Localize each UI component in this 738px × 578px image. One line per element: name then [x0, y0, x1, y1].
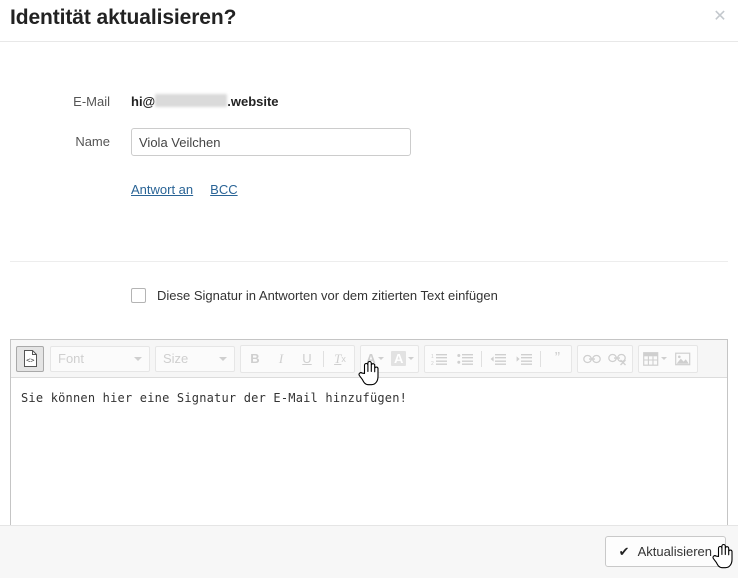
- extra-fields-row: Antwort an BCC: [0, 182, 738, 210]
- text-color-icon[interactable]: A: [362, 347, 388, 371]
- toolbar-group-formatting: B I U Tx: [240, 344, 355, 373]
- outdent-icon[interactable]: [485, 347, 511, 371]
- email-suffix: .website: [227, 94, 279, 109]
- signature-editor-content[interactable]: Sie können hier eine Signatur der E-Mail…: [11, 378, 727, 534]
- email-prefix: hi@: [131, 94, 156, 109]
- svg-text:2: 2: [431, 361, 434, 366]
- remove-format-icon[interactable]: Tx: [327, 347, 353, 371]
- name-input-wrap: [131, 128, 411, 156]
- chevron-down-icon: [661, 357, 668, 360]
- signature-before-quote-checkbox[interactable]: [131, 288, 146, 303]
- update-identity-dialog: Identität aktualisieren? ✕ E-Mail hi@ .we…: [0, 0, 738, 578]
- unlink-icon[interactable]: [605, 347, 631, 371]
- text-color-glyph: A: [366, 351, 376, 366]
- signature-before-quote-row: Diese Signatur in Antworten vor dem ziti…: [131, 288, 498, 303]
- italic-icon[interactable]: I: [268, 347, 294, 371]
- background-color-icon[interactable]: A: [388, 347, 417, 371]
- toolbar-group-links: [577, 344, 634, 373]
- remove-format-subscript: x: [341, 353, 346, 364]
- image-icon[interactable]: [670, 347, 696, 371]
- remove-format-glyph: T: [334, 350, 342, 366]
- underline-icon[interactable]: U: [294, 347, 320, 371]
- email-value-group: hi@ .website: [131, 88, 279, 116]
- svg-text:1: 1: [431, 354, 434, 360]
- close-icon[interactable]: ✕: [711, 8, 729, 26]
- dialog-footer: ✔ Aktualisieren: [0, 525, 738, 578]
- font-family-select[interactable]: Font: [50, 345, 150, 372]
- toolbar-separator: [323, 350, 324, 367]
- email-label: E-Mail: [73, 94, 110, 109]
- email-redacted-domain: [155, 94, 228, 107]
- reply-to-link[interactable]: Antwort an: [131, 182, 193, 197]
- toolbar-group-colors: A A: [360, 344, 420, 373]
- dialog-title: Identität aktualisieren?: [10, 6, 237, 29]
- font-family-value: Font: [58, 351, 85, 366]
- email-row: E-Mail hi@ .website: [0, 88, 738, 116]
- update-button[interactable]: ✔ Aktualisieren: [604, 536, 726, 567]
- toolbar-group-insert: [638, 344, 699, 373]
- toolbar-separator: [481, 350, 483, 367]
- indent-icon[interactable]: [511, 347, 537, 371]
- checkmark-icon: ✔: [618, 544, 630, 559]
- bold-icon[interactable]: B: [242, 347, 268, 371]
- svg-text:<>: <>: [26, 356, 34, 364]
- font-size-select[interactable]: Size: [155, 345, 235, 372]
- email-value: hi@ .website: [131, 88, 279, 116]
- dialog-header: Identität aktualisieren? ✕: [0, 0, 738, 42]
- chevron-down-icon: [408, 357, 415, 360]
- update-button-label: Aktualisieren: [637, 544, 712, 559]
- extra-field-links: Antwort an BCC: [131, 182, 255, 197]
- signature-editor: <> Font Size B I U T x A A 1 2 ” Sie kön…: [10, 339, 728, 535]
- section-divider: [10, 261, 728, 262]
- name-input[interactable]: [131, 128, 411, 156]
- numbered-list-icon[interactable]: 1 2: [426, 347, 452, 371]
- link-icon[interactable]: [579, 347, 605, 371]
- table-icon[interactable]: [640, 347, 670, 371]
- background-color-glyph: A: [391, 351, 407, 366]
- toolbar-group-source: <>: [15, 345, 45, 373]
- chevron-down-icon: [219, 356, 227, 361]
- dialog-body: E-Mail hi@ .website Name Antwort an BCC Di…: [0, 42, 738, 535]
- bulleted-list-icon[interactable]: [452, 347, 478, 371]
- editor-toolbar: <> Font Size B I U T x A A 1 2 ”: [11, 340, 727, 378]
- bcc-link[interactable]: BCC: [210, 182, 237, 197]
- toolbar-group-lists: 1 2 ”: [424, 344, 573, 373]
- signature-before-quote-label[interactable]: Diese Signatur in Antworten vor dem ziti…: [157, 288, 498, 303]
- source-code-icon[interactable]: <>: [16, 345, 44, 372]
- font-size-value: Size: [163, 351, 189, 366]
- name-label: Name: [75, 134, 110, 149]
- blockquote-icon[interactable]: ”: [544, 347, 570, 371]
- toolbar-separator: [540, 350, 542, 367]
- chevron-down-icon: [134, 356, 142, 361]
- name-row: Name: [0, 128, 738, 156]
- chevron-down-icon: [377, 357, 384, 360]
